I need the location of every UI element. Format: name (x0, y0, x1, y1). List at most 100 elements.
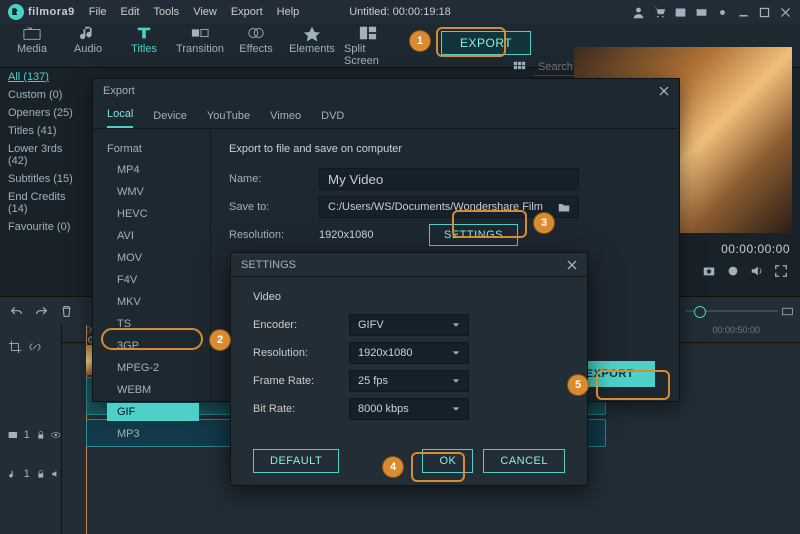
export-tab-local[interactable]: Local (107, 108, 133, 128)
sidebar-item-openers[interactable]: Openers (25) (0, 104, 88, 122)
callout-4: 4 (383, 457, 403, 477)
tab-split-screen[interactable]: Split Screen (344, 25, 392, 67)
sidebar-item-endcredits[interactable]: End Credits (14) (0, 188, 88, 218)
record-icon[interactable] (726, 264, 740, 278)
export-tabs: Local Device YouTube Vimeo DVD (93, 103, 679, 129)
settings-framerate-select[interactable]: 25 fps (349, 370, 469, 392)
settings-section-video: Video (253, 291, 565, 303)
track-header-audio[interactable]: 1 (0, 457, 61, 491)
format-mp3[interactable]: MP3 (107, 425, 199, 443)
name-input[interactable] (319, 168, 579, 190)
menu-help[interactable]: Help (277, 6, 300, 18)
format-label: Format (107, 143, 210, 155)
export-dialog-close-icon[interactable] (659, 86, 669, 96)
lock-icon[interactable] (36, 428, 46, 442)
format-gif[interactable]: GIF (107, 403, 199, 421)
format-3gp[interactable]: 3GP (107, 337, 199, 355)
settings-button[interactable]: SETTINGS (429, 224, 518, 246)
sidebar-item-favourite[interactable]: Favourite (0) (0, 218, 88, 236)
menu-export[interactable]: Export (231, 6, 263, 18)
cart-icon[interactable] (653, 6, 666, 19)
audio-track-icon (8, 467, 18, 481)
menu-tools[interactable]: Tools (154, 6, 180, 18)
mute-icon[interactable] (51, 467, 61, 481)
track-header-video[interactable]: 1 (0, 413, 61, 457)
eye-icon[interactable] (51, 428, 61, 442)
format-mpeg2[interactable]: MPEG-2 (107, 359, 199, 377)
tab-elements[interactable]: Elements (288, 25, 336, 67)
project-title: Untitled: 00:00:19:18 (349, 6, 451, 18)
export-button[interactable]: EXPORT (441, 31, 531, 55)
tab-media[interactable]: Media (8, 25, 56, 67)
redo-icon[interactable] (35, 305, 48, 318)
sidebar-item-subtitles[interactable]: Subtitles (15) (0, 170, 88, 188)
account-icon[interactable] (632, 6, 645, 19)
format-mov[interactable]: MOV (107, 249, 199, 267)
tab-audio[interactable]: Audio (64, 25, 112, 67)
format-wmv[interactable]: WMV (107, 183, 199, 201)
format-hevc[interactable]: HEVC (107, 205, 199, 223)
format-avi[interactable]: AVI (107, 227, 199, 245)
tab-transition[interactable]: Transition (176, 25, 224, 67)
format-f4v[interactable]: F4V (107, 271, 199, 289)
menu-view[interactable]: View (193, 6, 217, 18)
callout-5: 5 (568, 375, 588, 395)
settings-resolution-select[interactable]: 1920x1080 (349, 342, 469, 364)
snapshot-icon[interactable] (702, 264, 716, 278)
resolution-value: 1920x1080 (319, 229, 429, 241)
category-sidebar: All (137) Custom (0) Openers (25) Titles… (0, 68, 88, 236)
settings-icon[interactable] (716, 6, 729, 19)
ok-button[interactable]: OK (422, 449, 473, 473)
menu-edit[interactable]: Edit (121, 6, 140, 18)
menu-file[interactable]: File (89, 6, 107, 18)
preview-timecode: 00:00:00:00 (721, 242, 790, 256)
grid-view-icon[interactable] (513, 61, 526, 74)
format-mp4[interactable]: MP4 (107, 161, 199, 179)
settings-bitrate-select[interactable]: 8000 kbps (349, 398, 469, 420)
chevron-down-icon (452, 349, 460, 357)
cancel-button[interactable]: CANCEL (483, 449, 565, 473)
callout-2: 2 (210, 330, 230, 350)
fit-icon[interactable] (781, 305, 794, 318)
link-icon (28, 340, 42, 354)
format-ts[interactable]: TS (107, 315, 199, 333)
saveto-label: Save to: (229, 201, 319, 213)
close-icon[interactable] (779, 6, 792, 19)
track-header-link[interactable] (0, 325, 61, 369)
mail-icon[interactable] (695, 6, 708, 19)
library-icon[interactable] (674, 6, 687, 19)
lock-icon[interactable] (36, 467, 46, 481)
maximize-icon[interactable] (758, 6, 771, 19)
sidebar-item-all[interactable]: All (137) (0, 68, 88, 86)
minimize-icon[interactable] (737, 6, 750, 19)
format-webm[interactable]: WEBM (107, 381, 199, 399)
fullscreen-icon[interactable] (774, 264, 788, 278)
ruler-mark: 00:00:50:00 (712, 325, 760, 335)
track-headers: 1 1 (0, 325, 62, 534)
name-label: Name: (229, 173, 319, 185)
export-tab-vimeo[interactable]: Vimeo (270, 110, 301, 128)
chevron-down-icon (452, 405, 460, 413)
sidebar-item-lower3rds[interactable]: Lower 3rds (42) (0, 140, 88, 170)
default-button[interactable]: DEFAULT (253, 449, 339, 473)
tab-titles[interactable]: Titles (120, 25, 168, 67)
export-tab-device[interactable]: Device (153, 110, 187, 128)
sidebar-item-titles[interactable]: Titles (41) (0, 122, 88, 140)
settings-dialog: SETTINGS Video Encoder:GIFV Resolution:1… (230, 252, 588, 486)
volume-icon[interactable] (750, 264, 764, 278)
zoom-slider[interactable] (686, 310, 778, 312)
encoder-select[interactable]: GIFV (349, 314, 469, 336)
chevron-down-icon (452, 377, 460, 385)
undo-icon[interactable] (10, 305, 23, 318)
settings-resolution-label: Resolution: (253, 347, 349, 359)
saveto-value: C:/Users/WS/Documents/Wondershare Film (328, 201, 543, 213)
format-mkv[interactable]: MKV (107, 293, 199, 311)
export-tab-dvd[interactable]: DVD (321, 110, 344, 128)
sidebar-item-custom[interactable]: Custom (0) (0, 86, 88, 104)
settings-dialog-close-icon[interactable] (567, 260, 577, 270)
tab-effects[interactable]: Effects (232, 25, 280, 67)
format-list: MP4 WMV HEVC AVI MOV F4V MKV TS 3GP MPEG… (107, 161, 210, 443)
app-name: filmora9 (28, 6, 75, 18)
delete-icon[interactable] (60, 305, 73, 318)
export-tab-youtube[interactable]: YouTube (207, 110, 250, 128)
